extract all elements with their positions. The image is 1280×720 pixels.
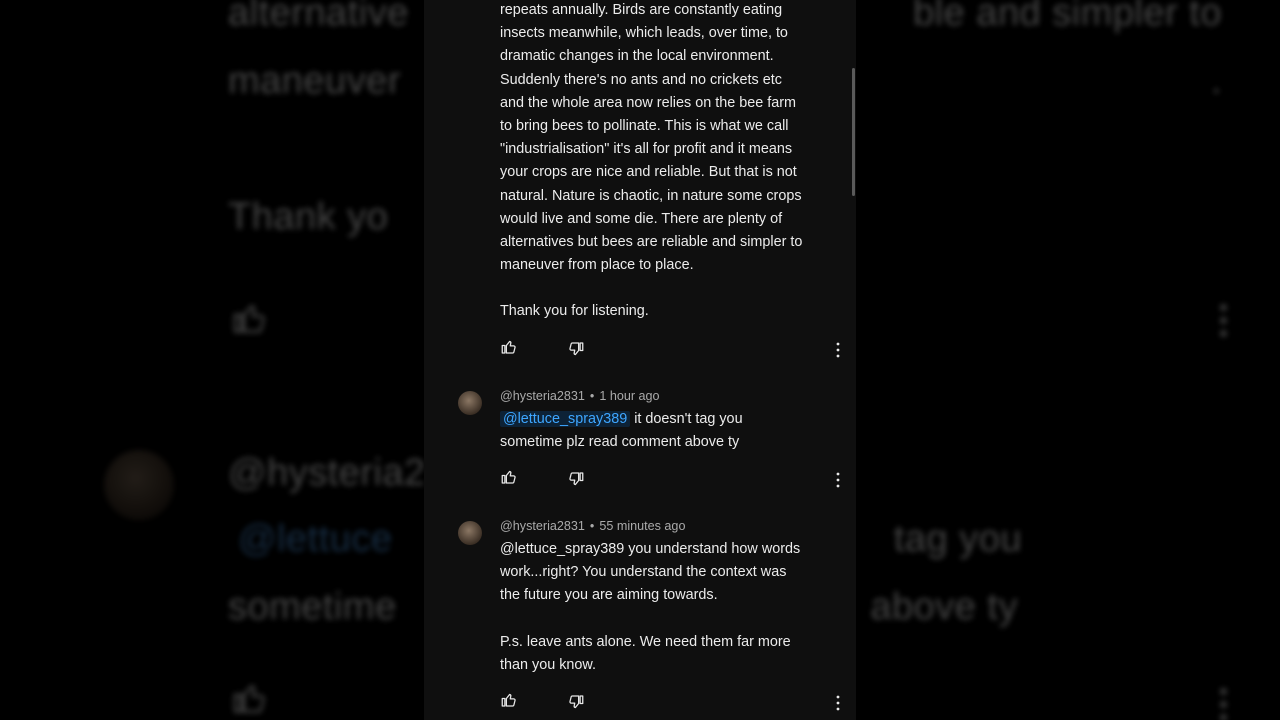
avatar[interactable]: [458, 391, 482, 415]
comment-line: insects meanwhile, which leads, over tim…: [500, 25, 788, 42]
comment-line: @lettuce_spray389 you understand how wor…: [500, 541, 801, 557]
comment-line: work...right? You understand the context…: [500, 564, 787, 581]
bg-text-line: ble and simpler to: [913, 0, 1222, 34]
bg-text-line: tag you: [893, 518, 1022, 560]
comment-body: @lettuce_spray389 it doesn't tag you som…: [500, 408, 845, 454]
bg-text-line: sometime: [228, 586, 397, 628]
mention-link[interactable]: @lettuce_spray389: [500, 411, 631, 427]
author-name[interactable]: @hysteria2831: [500, 389, 585, 403]
thumbs-down-icon[interactable]: [567, 340, 585, 358]
comment-line: "industrialisation" it's all for profit …: [500, 141, 793, 158]
more-vert-icon[interactable]: [832, 471, 844, 489]
comment-meta: @hysteria2831 • 55 minutes ago: [500, 519, 686, 533]
bg-thumbs-up-icon: [233, 684, 265, 713]
comment-line: Thank you for listening.: [500, 303, 649, 320]
bg-text-line: @hysteria2: [228, 452, 426, 494]
bg-more-icon: [1220, 304, 1228, 343]
comment-line: maneuver from place to place.: [500, 257, 694, 274]
bg-text-line: @lettuce: [238, 518, 393, 560]
thumbs-down-icon[interactable]: [567, 470, 585, 488]
comment-line: your crops are nice and reliable. But th…: [500, 164, 797, 181]
comment-line: sometime plz read comment above ty: [500, 434, 740, 451]
bg-avatar: [104, 450, 174, 520]
bg-more-icon: [1220, 688, 1228, 720]
thumbs-up-icon[interactable]: [500, 338, 518, 356]
avatar[interactable]: [458, 521, 482, 545]
comment-line: to bring bees to pollinate. This is what…: [500, 118, 789, 135]
video-frame: alternative ble and simpler to maneuver …: [0, 0, 1280, 720]
comment-line: Suddenly there's no ants and no crickets…: [500, 71, 782, 88]
author-name[interactable]: @hysteria2831: [500, 519, 585, 533]
comment-line: P.s. leave ants alone. We need them far …: [500, 633, 791, 650]
comment-line: than you know.: [500, 656, 597, 673]
comment-meta: @hysteria2831 • 1 hour ago: [500, 389, 660, 403]
comment-line: would live and some die. There are plent…: [500, 210, 783, 227]
comment-actions: [500, 468, 845, 488]
comment-line: natural. Nature is chaotic, in nature so…: [500, 187, 802, 204]
bg-text-line: alternative: [228, 0, 409, 34]
thumbs-up-icon[interactable]: [500, 468, 518, 486]
thumbs-up-icon[interactable]: [500, 691, 518, 709]
comment-line: and the whole area now relies on the bee…: [500, 94, 796, 111]
more-vert-icon[interactable]: [832, 341, 844, 359]
bg-text-line: above ty: [870, 586, 1018, 628]
comment-actions: [500, 338, 845, 358]
thumbs-down-icon[interactable]: [567, 693, 585, 711]
comments-panel[interactable]: repeats annually. Birds are constantly e…: [424, 0, 856, 720]
comment-line: @lettuce_spray389 it doesn't tag you: [500, 408, 845, 431]
timestamp[interactable]: 55 minutes ago: [599, 519, 685, 533]
more-vert-icon[interactable]: [832, 694, 844, 712]
bg-thumbs-up-icon: [233, 304, 265, 333]
comment-text: it doesn't tag you: [630, 411, 743, 427]
bg-text-line: Thank yo: [228, 196, 389, 238]
comment-body: repeats annually. Birds are constantly e…: [500, 0, 845, 324]
bg-text-line: .: [1210, 60, 1222, 102]
scrollbar-thumb[interactable]: [852, 68, 855, 196]
comment-body: @lettuce_spray389 you understand how wor…: [500, 538, 845, 677]
comment-line: the future you are aiming towards.: [500, 587, 718, 604]
comment-actions: [500, 691, 845, 711]
comment-line: dramatic changes in the local environmen…: [500, 48, 774, 65]
bg-text-line: maneuver: [228, 60, 401, 102]
comment-line: repeats annually. Birds are constantly e…: [500, 2, 783, 18]
comment-line: alternatives but bees are reliable and s…: [500, 234, 803, 251]
timestamp[interactable]: 1 hour ago: [599, 389, 659, 403]
